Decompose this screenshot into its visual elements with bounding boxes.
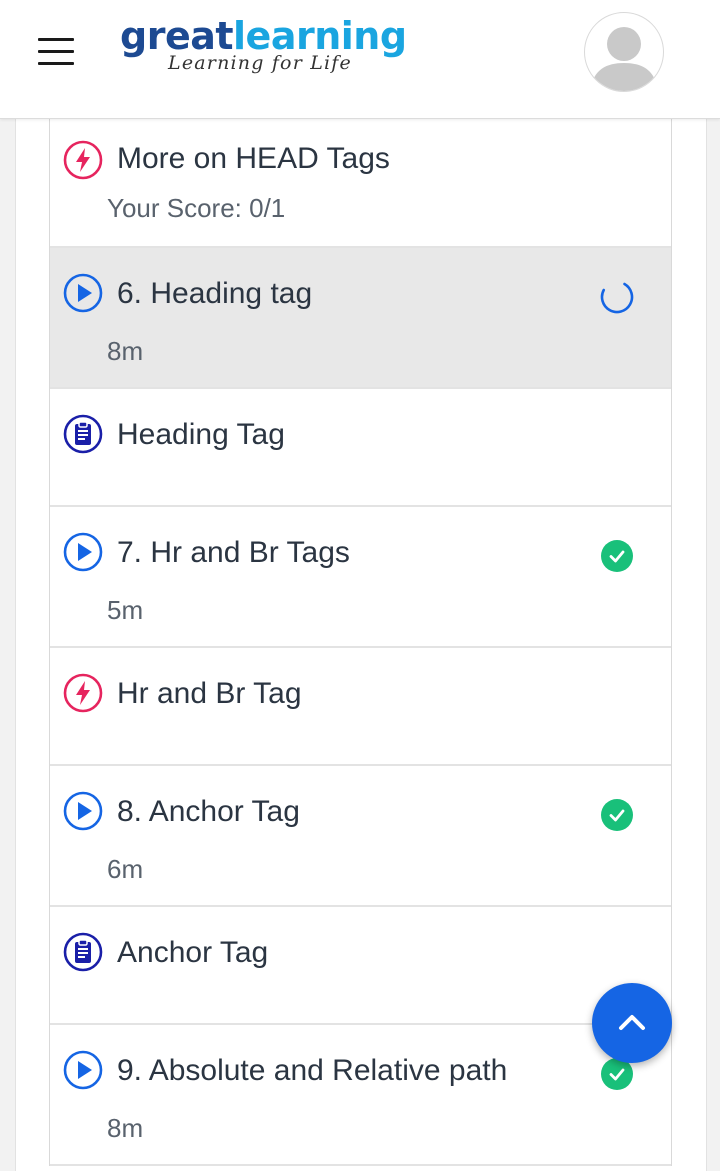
play-circle-icon [63, 532, 103, 572]
play-circle-icon [63, 1050, 103, 1090]
flash-icon [63, 673, 103, 713]
content-item-notes[interactable]: Anchor Tag [50, 907, 671, 1025]
content-item-title: 8. Anchor Tag [117, 795, 300, 828]
brand-logo[interactable]: greatlearning Learning for Life [120, 14, 430, 80]
avatar-person-icon [590, 27, 658, 91]
top-header: greatlearning Learning for Life [0, 0, 720, 119]
quiz-score: Your Score: 0/1 [107, 193, 286, 223]
content-item-title: More on HEAD Tags [117, 142, 390, 175]
app-page: greatlearning Learning for Life More on … [0, 0, 720, 1171]
content-item-quiz[interactable]: Hr and Br Tag [50, 648, 671, 766]
video-duration: 5m [107, 595, 144, 625]
video-duration: 8m [107, 336, 144, 366]
play-circle-icon [63, 273, 103, 313]
check-circle-icon [600, 798, 634, 832]
play-circle-icon [63, 791, 103, 831]
content-item-video[interactable]: 7. Hr and Br Tags 5m [50, 507, 671, 648]
video-duration: 8m [107, 1113, 144, 1143]
content-item-quiz[interactable]: More on HEAD Tags Your Score: 0/1 [50, 118, 671, 248]
hamburger-menu-icon[interactable] [36, 38, 76, 66]
content-item-video[interactable]: 8. Anchor Tag 6m [50, 766, 671, 907]
scroll-to-top-button[interactable] [592, 983, 672, 1063]
chevron-up-icon [619, 1015, 645, 1030]
video-duration: 6m [107, 854, 144, 884]
content-item-notes[interactable]: Heading Tag [50, 389, 671, 507]
content-item-title: Hr and Br Tag [117, 677, 302, 710]
course-content-list: More on HEAD Tags Your Score: 0/1 6. Headi… [49, 118, 672, 1166]
content-item-video[interactable]: 6. Heading tag 8m [50, 248, 671, 389]
clipboard-icon [63, 932, 103, 972]
content-item-title: 7. Hr and Br Tags [117, 536, 350, 569]
check-circle-icon [600, 539, 634, 573]
spinner-icon [600, 280, 634, 314]
content-item-title: 9. Absolute and Relative path [117, 1054, 508, 1087]
content-item-title: 6. Heading tag [117, 277, 313, 310]
content-item-title: Heading Tag [117, 418, 285, 451]
user-avatar[interactable] [584, 12, 664, 92]
flash-icon [63, 140, 103, 180]
content-item-video[interactable]: 9. Absolute and Relative path 8m [50, 1025, 671, 1166]
clipboard-icon [63, 414, 103, 454]
content-item-title: Anchor Tag [117, 936, 269, 969]
logo-tagline: Learning for Life [168, 52, 352, 74]
